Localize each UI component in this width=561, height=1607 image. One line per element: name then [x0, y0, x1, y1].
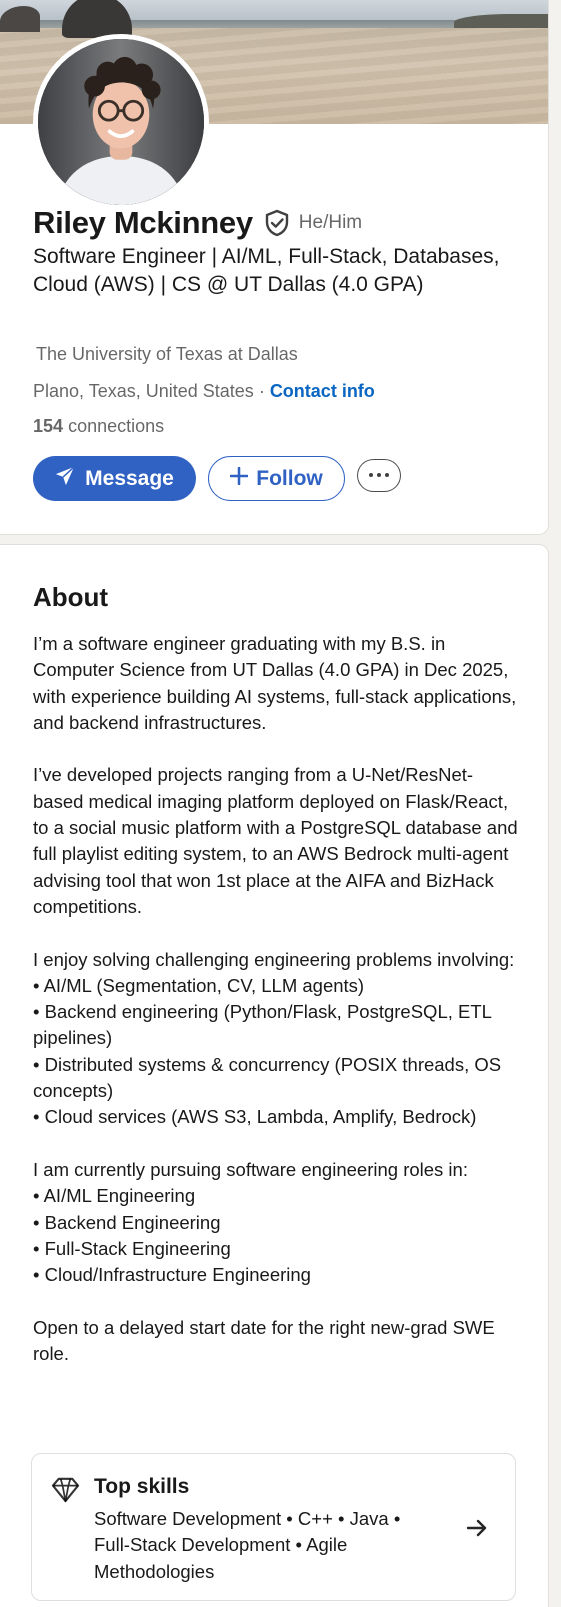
top-skills-list: Software Development • C++ • Java • Full…: [94, 1508, 401, 1582]
location-row: Plano, Texas, United States · Contact in…: [33, 381, 375, 402]
location: Plano, Texas, United States: [33, 381, 254, 401]
message-button[interactable]: Message: [33, 456, 196, 501]
top-skills-title: Top skills: [94, 1475, 190, 1498]
name-row: Riley Mckinney He/Him: [33, 203, 362, 243]
profile-name: Riley Mckinney: [33, 205, 253, 240]
top-skills-card[interactable]: Top skills Software Development • C++ • …: [31, 1453, 516, 1601]
connections-label: connections: [68, 416, 165, 436]
about-paragraph: I’m a software engineer graduating with …: [33, 631, 523, 736]
about-paragraph: I am currently pursuing software enginee…: [33, 1157, 523, 1288]
about-bullet: • Distributed systems & concurrency (POS…: [33, 1053, 502, 1102]
profile-avatar[interactable]: [33, 34, 209, 210]
about-line: I enjoy solving challenging engineering …: [33, 948, 515, 970]
about-bullet: • Backend engineering (Python/Flask, Pos…: [33, 1001, 492, 1049]
follow-label: Follow: [256, 466, 323, 490]
about-line: I am currently pursuing software enginee…: [33, 1158, 468, 1180]
contact-info-link[interactable]: Contact info: [270, 381, 375, 401]
connections[interactable]: 154 connections: [33, 416, 164, 437]
about-line: I’ve developed projects ranging from a U…: [33, 764, 518, 917]
about-bullet: • Cloud services (AWS S3, Lambda, Amplif…: [33, 1106, 477, 1128]
about-title: About: [33, 582, 109, 612]
diamond-icon: [51, 1475, 80, 1504]
about-paragraph: I enjoy solving challenging engineering …: [33, 947, 523, 1131]
about-bullet: • AI/ML Engineering: [33, 1185, 196, 1207]
profile-headline: Software Engineer | AI/ML, Full-Stack, D…: [33, 245, 500, 296]
about-bullet: • Backend Engineering: [33, 1211, 221, 1233]
about-line: Open to a delayed start date for the rig…: [33, 1316, 495, 1365]
education-school[interactable]: The University of Texas at Dallas: [36, 344, 298, 365]
about-bullet: • AI/ML (Segmentation, CV, LLM agents): [33, 974, 365, 996]
shield-check-icon[interactable]: [263, 209, 291, 237]
about-bullet: • Full-Stack Engineering: [33, 1237, 231, 1259]
pronouns: He/Him: [298, 212, 363, 233]
about-text: I’m a software engineer graduating with …: [33, 631, 523, 1394]
follow-button[interactable]: Follow: [208, 456, 345, 501]
ellipsis-icon: [369, 473, 389, 477]
plus-icon: [229, 466, 249, 491]
more-actions-button[interactable]: [357, 458, 401, 492]
profile-actions: Message Follow: [33, 456, 401, 501]
separator-dot: ·: [253, 381, 270, 401]
profile-card: Riley Mckinney He/Him Software Engineer …: [0, 0, 549, 535]
send-icon: [55, 465, 75, 492]
about-paragraph: I’ve developed projects ranging from a U…: [33, 762, 523, 920]
arrow-right-icon[interactable]: [465, 1516, 489, 1540]
about-section: About I’m a software engineer graduating…: [0, 544, 549, 1607]
message-label: Message: [85, 466, 174, 490]
about-bullet: • Cloud/Infrastructure Engineering: [33, 1264, 311, 1286]
about-paragraph: Open to a delayed start date for the rig…: [33, 1315, 523, 1368]
about-line: I’m a software engineer graduating with …: [33, 633, 517, 733]
connections-count: 154: [33, 416, 64, 436]
